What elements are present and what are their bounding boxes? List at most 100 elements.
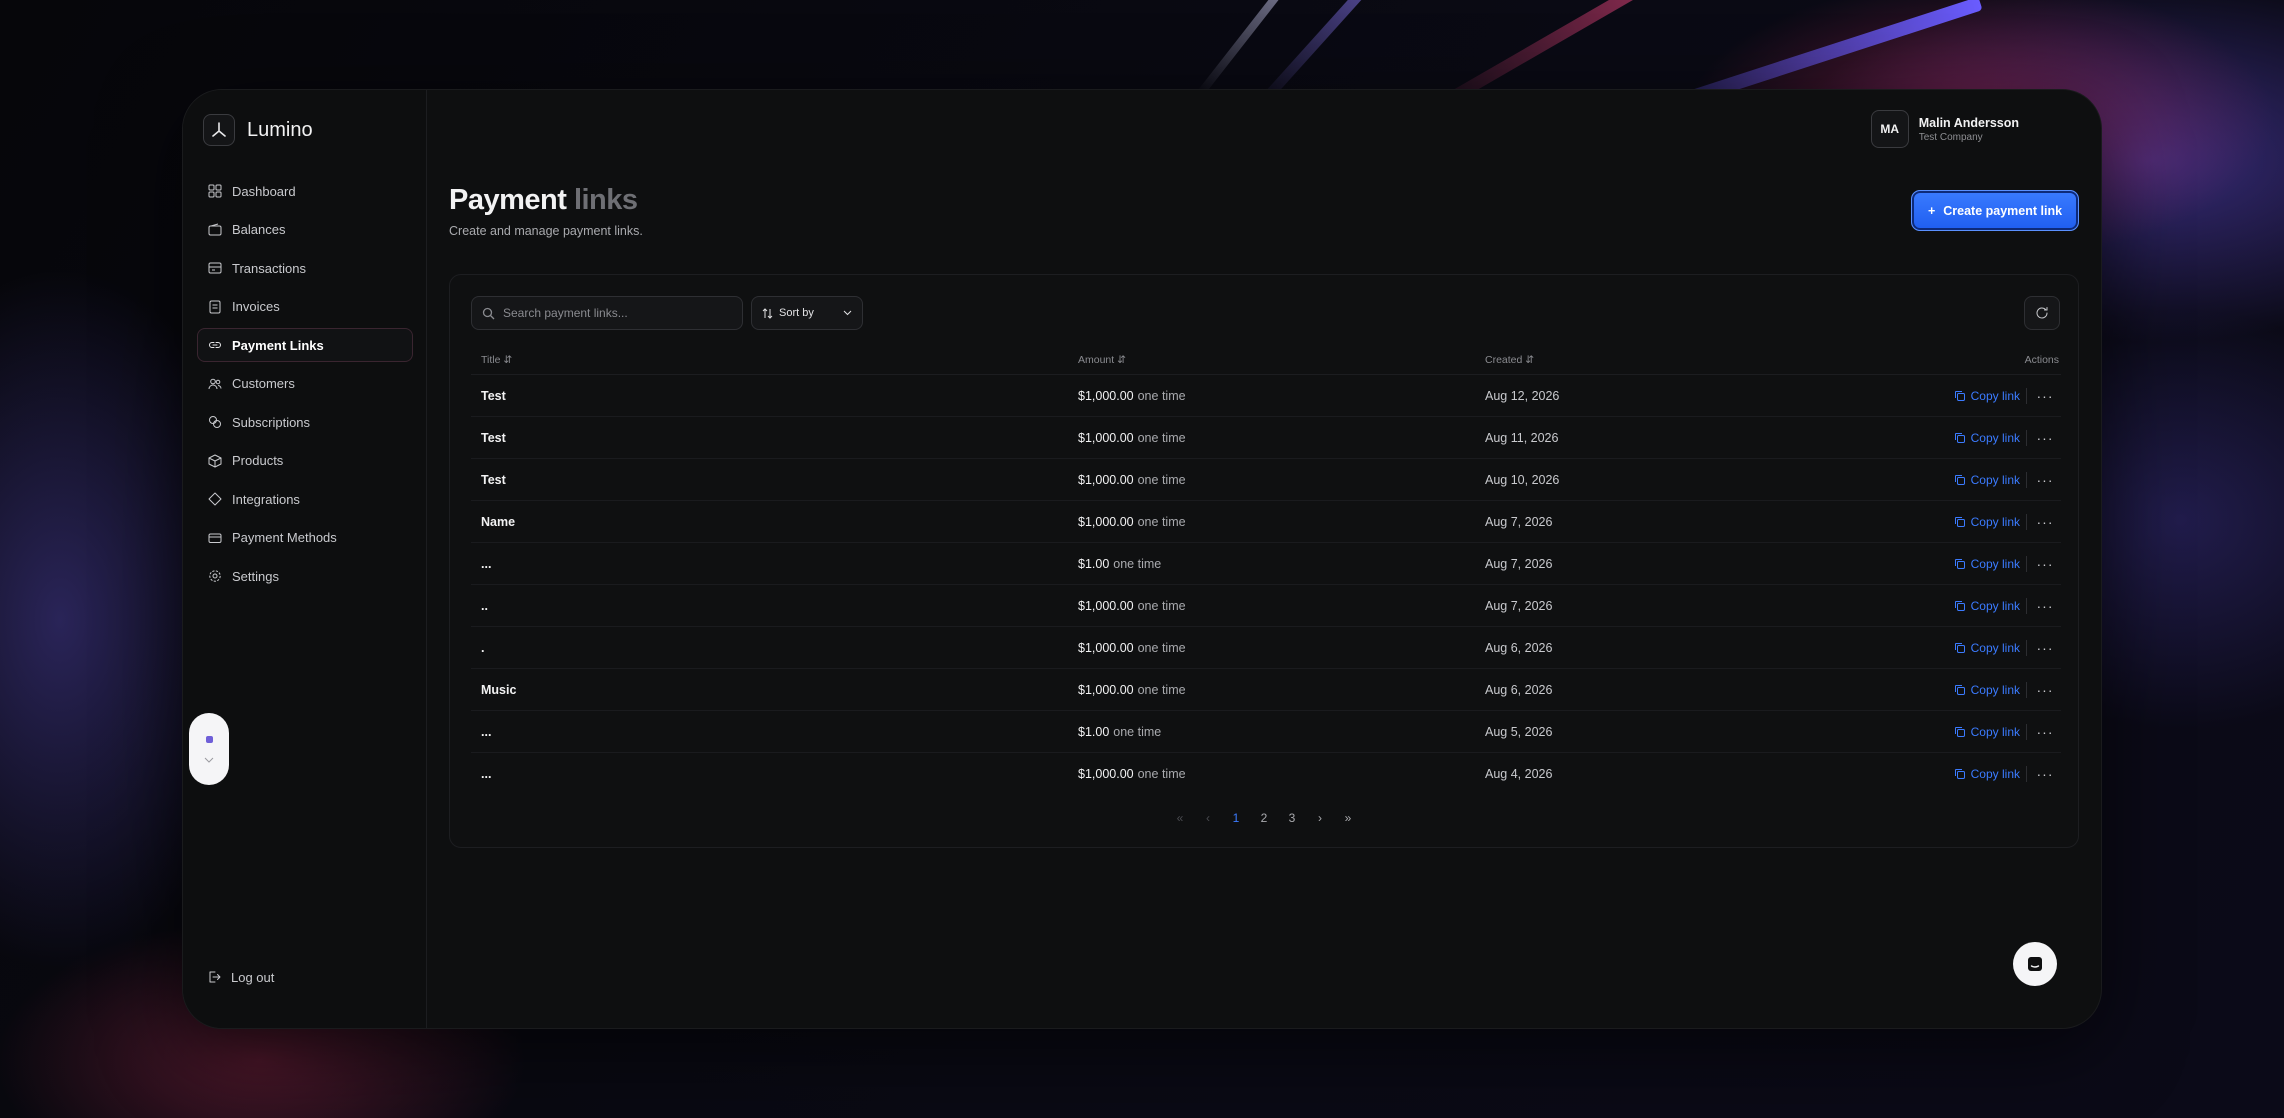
sidebar-item-products[interactable]: Products [197,444,413,478]
more-options-icon[interactable]: ··· [2031,766,2059,782]
first-page-icon[interactable]: « [1170,811,1190,825]
sidebar-item-label: Settings [232,568,279,584]
copy-icon [1954,390,1965,401]
column-title[interactable]: Title ⇵ [471,354,1078,366]
copy-link-button[interactable]: Copy link [1954,766,2027,782]
table-row[interactable]: Music $1,000.00 one time Aug 6, 2026 Copy li… [471,669,2061,711]
sidebar-item-label: Payment Methods [232,530,337,545]
sort-arrows-icon: ⇵ [503,353,513,366]
copy-link-button[interactable]: Copy link [1954,429,2027,446]
copy-icon [1954,600,1965,611]
prev-page-icon[interactable]: ‹ [1198,811,1218,825]
sidebar-item-payment-links[interactable]: Payment Links [197,328,413,362]
app-window: Lumino Dashboard Balances Transactions I… [182,89,2102,1029]
sort-dropdown[interactable]: Sort by [751,296,863,330]
row-frequency: one time [1137,598,1186,613]
brand[interactable]: Lumino [203,114,313,146]
table-row[interactable]: .. $1,000.00 one time Aug 7, 2026 Copy link ·… [471,585,2061,627]
sidebar-item-settings[interactable]: Settings [197,559,413,593]
side-toggle-pill[interactable] [189,713,229,785]
column-amount[interactable]: Amount ⇵ [1078,354,1485,366]
next-page-icon[interactable]: › [1310,811,1330,825]
sidebar-item-label: Products [232,453,284,468]
column-created[interactable]: Created ⇵ [1485,354,1885,366]
user-menu[interactable]: MA Malin Andersson Test Company [1870,110,2019,148]
sidebar-item-balances[interactable]: Balances [197,213,413,247]
more-options-icon[interactable]: ··· [2031,640,2059,656]
sidebar-item-dashboard[interactable]: Dashboard [197,174,413,208]
create-payment-link-button[interactable]: + Create payment link [1911,190,2079,231]
copy-link-button[interactable]: Copy link [1954,639,2027,656]
table-row[interactable]: Name $1,000.00 one time Aug 7, 2026 Copy lin… [471,501,2061,543]
row-created: Aug 11, 2026 [1485,430,1559,445]
row-title: Test [481,472,506,487]
copy-link-label: Copy link [1970,682,2020,697]
sidebar-item-label: Invoices [232,299,280,314]
sidebar-item-label: Integrations [232,491,300,507]
search-input[interactable] [503,306,723,320]
refresh-button[interactable] [2024,296,2060,330]
search-box[interactable] [471,296,743,330]
row-frequency: one time [1137,472,1186,487]
table-row[interactable]: Test $1,000.00 one time Aug 10, 2026 Copy li… [471,459,2061,501]
logout-button[interactable]: Log out [197,962,284,992]
sidebar-item-integrations[interactable]: Integrations [197,482,413,516]
copy-link-label: Copy link [1970,514,2020,529]
page-subtitle: Create and manage payment links. [449,224,643,238]
copy-link-button[interactable]: Copy link [1954,681,2027,698]
last-page-icon[interactable]: » [1338,811,1358,825]
copy-link-button[interactable]: Copy link [1954,723,2027,740]
copy-link-button[interactable]: Copy link [1954,471,2027,488]
copy-link-label: Copy link [1970,724,2020,739]
table-row[interactable]: . $1,000.00 one time Aug 6, 2026 Copy link ··… [471,627,2061,669]
copy-link-label: Copy link [1970,640,2020,655]
more-options-icon[interactable]: ··· [2031,430,2059,446]
row-amount: $1,000.00 one time [1078,515,1485,529]
sidebar-item-subscriptions[interactable]: Subscriptions [197,405,413,439]
sidebar-item-transactions[interactable]: Transactions [197,251,413,285]
more-options-icon[interactable]: ··· [2031,682,2059,698]
row-frequency: one time [1137,430,1186,445]
page-3[interactable]: 3 [1282,811,1302,825]
sidebar-item-label: Balances [232,222,286,237]
logout-label: Log out [231,969,275,985]
wallet-icon [208,223,222,235]
sort-icon [762,307,773,319]
row-actions: Copy link ··· [1885,639,2061,656]
sidebar-item-customers[interactable]: Customers [197,367,413,401]
more-options-icon[interactable]: ··· [2031,514,2059,530]
row-actions: Copy link ··· [1885,766,2061,782]
more-options-icon[interactable]: ··· [2031,724,2059,740]
transactions-icon [208,262,222,274]
more-options-icon[interactable]: ··· [2031,472,2059,488]
page-1[interactable]: 1 [1226,811,1246,825]
create-payment-link-label: Create payment link [1943,203,2063,218]
column-created-label: Created [1485,353,1523,366]
table-row[interactable]: Test $1,000.00 one time Aug 11, 2026 Copy li… [471,417,2061,459]
page-2[interactable]: 2 [1254,811,1274,825]
more-options-icon[interactable]: ··· [2031,598,2059,614]
table-row[interactable]: ... $1.00 one time Aug 5, 2026 Copy link ··· [471,711,2061,753]
chat-button[interactable] [2013,942,2057,986]
table-row[interactable]: ... $1.00 one time Aug 7, 2026 Copy link ··· [471,543,2061,585]
table-row[interactable]: Test $1,000.00 one time Aug 12, 2026 Copy li… [471,375,2061,417]
sort-arrows-icon: ⇵ [1117,353,1126,366]
row-actions: Copy link ··· [1885,597,2061,614]
chevron-down-icon [204,757,214,763]
copy-link-button[interactable]: Copy link [1954,597,2027,614]
table-row[interactable]: ... $1,000.00 one time Aug 4, 2026 Copy link… [471,753,2061,795]
copy-icon [1954,432,1965,443]
payment-links-card: Sort by Title ⇵ Amount ⇵ Created ⇵ Actio… [449,274,2079,848]
row-amount: $1,000.00 one time [1078,767,1485,781]
subscriptions-icon [209,416,221,428]
sidebar-item-invoices[interactable]: Invoices [197,290,413,324]
sidebar-item-payment-methods[interactable]: Payment Methods [197,521,413,555]
more-options-icon[interactable]: ··· [2031,388,2059,404]
row-amount: $1,000.00 one time [1078,683,1485,697]
copy-link-button[interactable]: Copy link [1954,513,2027,530]
more-options-icon[interactable]: ··· [2031,556,2059,572]
row-title: ... [481,767,492,781]
copy-link-button[interactable]: Copy link [1954,387,2027,404]
copy-link-button[interactable]: Copy link [1954,555,2027,572]
row-title: ... [481,724,492,739]
